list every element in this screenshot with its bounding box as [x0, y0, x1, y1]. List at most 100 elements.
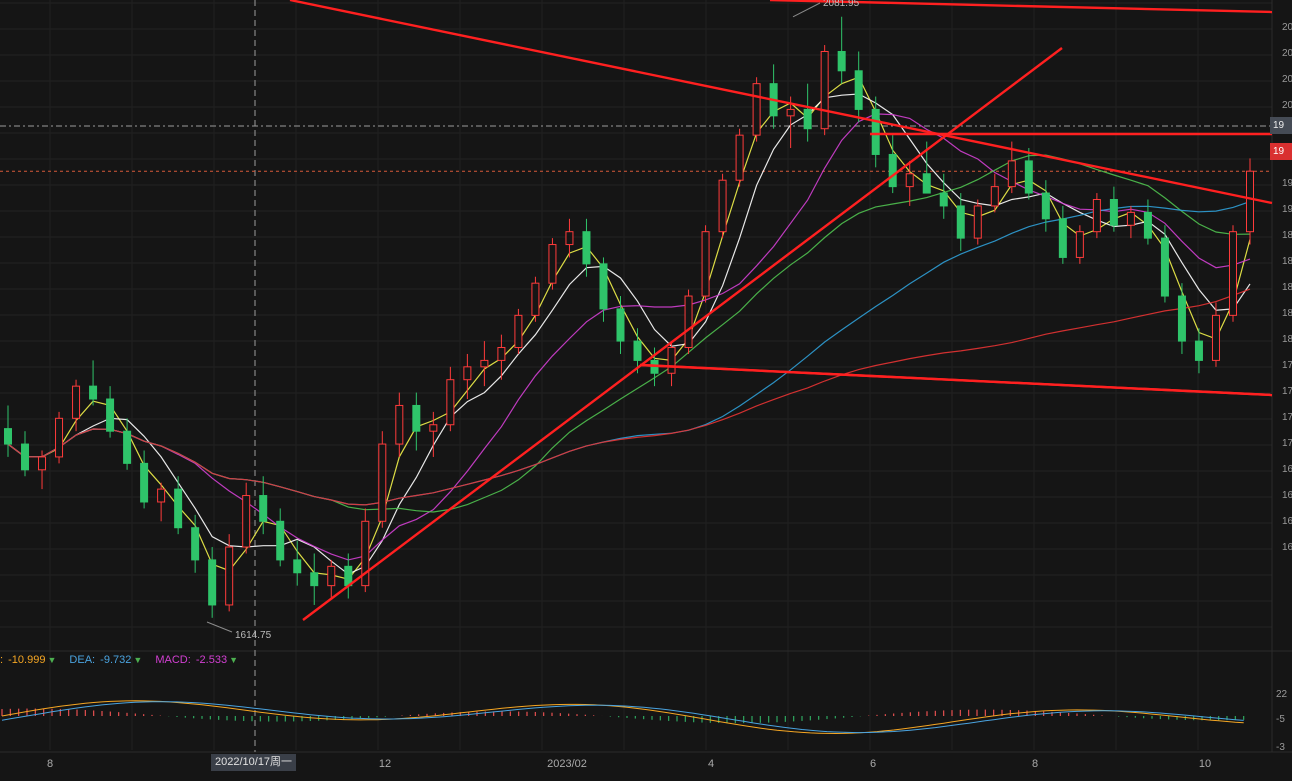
candle-body: [446, 379, 455, 426]
candle-body: [293, 559, 302, 574]
extreme-markers: 2081.95 1614.75: [206, 0, 860, 641]
candle-body: [837, 50, 846, 72]
candle-body: [1109, 199, 1118, 226]
candle-body: [582, 231, 591, 265]
candle-body: [1058, 218, 1067, 258]
macd-value: -2.533: [195, 654, 228, 666]
channel-lower-line: [639, 363, 1273, 397]
price-tick-label: 16: [1282, 464, 1292, 475]
candle-body: [378, 443, 387, 522]
candle-body: [531, 282, 540, 316]
dif-arrow-icon: ▼: [47, 655, 57, 665]
price-tick-label: 20: [1282, 100, 1292, 111]
date-tick-label: 2023/02: [547, 758, 587, 770]
candle-body: [548, 244, 557, 284]
candle-body: [429, 424, 438, 432]
date-tick-label: 6: [870, 758, 876, 770]
price-tick-label: 16: [1282, 516, 1292, 527]
candle-body: [752, 83, 761, 136]
kline-chart-panel[interactable]: { "chart_data": { "type": "candlestick",…: [0, 0, 1292, 781]
candle-body: [701, 231, 710, 297]
grid-lines: [0, 0, 1292, 753]
candle-body: [1143, 211, 1152, 239]
candle-body: [786, 108, 795, 117]
candle-body: [72, 385, 81, 419]
candle-body: [684, 295, 693, 349]
candle-body: [140, 462, 149, 503]
candle-body: [888, 153, 897, 188]
candle-body: [276, 520, 285, 561]
candle-body: [412, 404, 421, 432]
candle-body: [514, 314, 523, 349]
candle-body: [327, 565, 336, 587]
macd-tick-label: -5: [1276, 714, 1285, 725]
candle-body: [480, 359, 489, 368]
candle-body: [1024, 160, 1033, 194]
date-tick-label: 8: [47, 758, 53, 770]
candle-body: [4, 428, 12, 445]
candle-body: [871, 108, 880, 155]
high-leader: [792, 2, 821, 18]
macd-label: MACD:: [155, 654, 191, 666]
ma-line-ma20: [7, 113, 1251, 561]
current-price-badge: 19: [1270, 143, 1292, 160]
candle-body: [1194, 340, 1203, 361]
price-tick-label: 17: [1282, 360, 1292, 371]
macd-panel: 22 -5 -3: [1, 689, 1288, 753]
dea-label: DEA:: [69, 654, 96, 666]
price-tick-label: 17: [1282, 386, 1292, 397]
candle-body: [225, 546, 234, 606]
candle-body: [38, 456, 47, 471]
candle-body: [242, 495, 251, 548]
candle-body: [21, 443, 30, 471]
price-tick-label: 20: [1282, 48, 1292, 59]
candle-body: [174, 488, 183, 529]
price-tick-label: 18: [1282, 308, 1292, 319]
candle-body: [157, 488, 166, 503]
date-tick-label: 8: [1032, 758, 1038, 770]
candle-body: [973, 205, 982, 239]
price-axis: 2020202019191919181818181817171717161616…: [1282, 22, 1292, 553]
trend-lines[interactable]: [289, 0, 1273, 621]
moving-average-lines: [7, 76, 1251, 580]
trend-line: [289, 0, 1273, 205]
price-tick-label: 18: [1282, 282, 1292, 293]
price-tick-label: 19: [1282, 204, 1292, 215]
candle-body: [565, 231, 574, 246]
high-label: 2081.95: [823, 0, 860, 9]
ma-line-ma60: [7, 154, 1251, 513]
dea-value: -9.732: [100, 654, 132, 666]
candle-body: [395, 404, 404, 445]
ma-line-ma10: [7, 93, 1251, 575]
price-tick-label: 18: [1282, 230, 1292, 241]
candle-body: [191, 527, 200, 561]
crosshair-price-badge: 19: [1270, 117, 1292, 134]
dif-value: -10.999: [8, 654, 46, 666]
candle-body: [616, 308, 625, 342]
candle-body: [599, 263, 608, 310]
candle-body: [633, 340, 642, 361]
candle-body: [1177, 295, 1186, 342]
candle-body: [310, 572, 319, 587]
candle-body: [922, 173, 931, 194]
candle-body: [55, 417, 64, 458]
candle-body: [1075, 231, 1084, 258]
date-tick-label: 12: [379, 758, 391, 770]
candle-body: [1007, 160, 1016, 188]
price-tick-label: 16: [1282, 542, 1292, 553]
candle-body: [905, 173, 914, 188]
price-tick-label: 20: [1282, 22, 1292, 33]
date-tick-label: 10: [1199, 758, 1211, 770]
candle-body: [1246, 170, 1254, 233]
dif-label: :: [0, 654, 4, 666]
low-label: 1614.75: [235, 630, 272, 641]
candle-body: [106, 398, 115, 432]
candle-body: [1126, 211, 1135, 226]
candle-body: [259, 495, 268, 522]
candle-body: [718, 179, 727, 233]
price-tick-label: 18: [1282, 334, 1292, 345]
candle-body: [667, 347, 676, 374]
candle-body: [939, 192, 948, 207]
macd-tick-label: 22: [1276, 689, 1288, 700]
date-tick-label: 4: [708, 758, 714, 770]
